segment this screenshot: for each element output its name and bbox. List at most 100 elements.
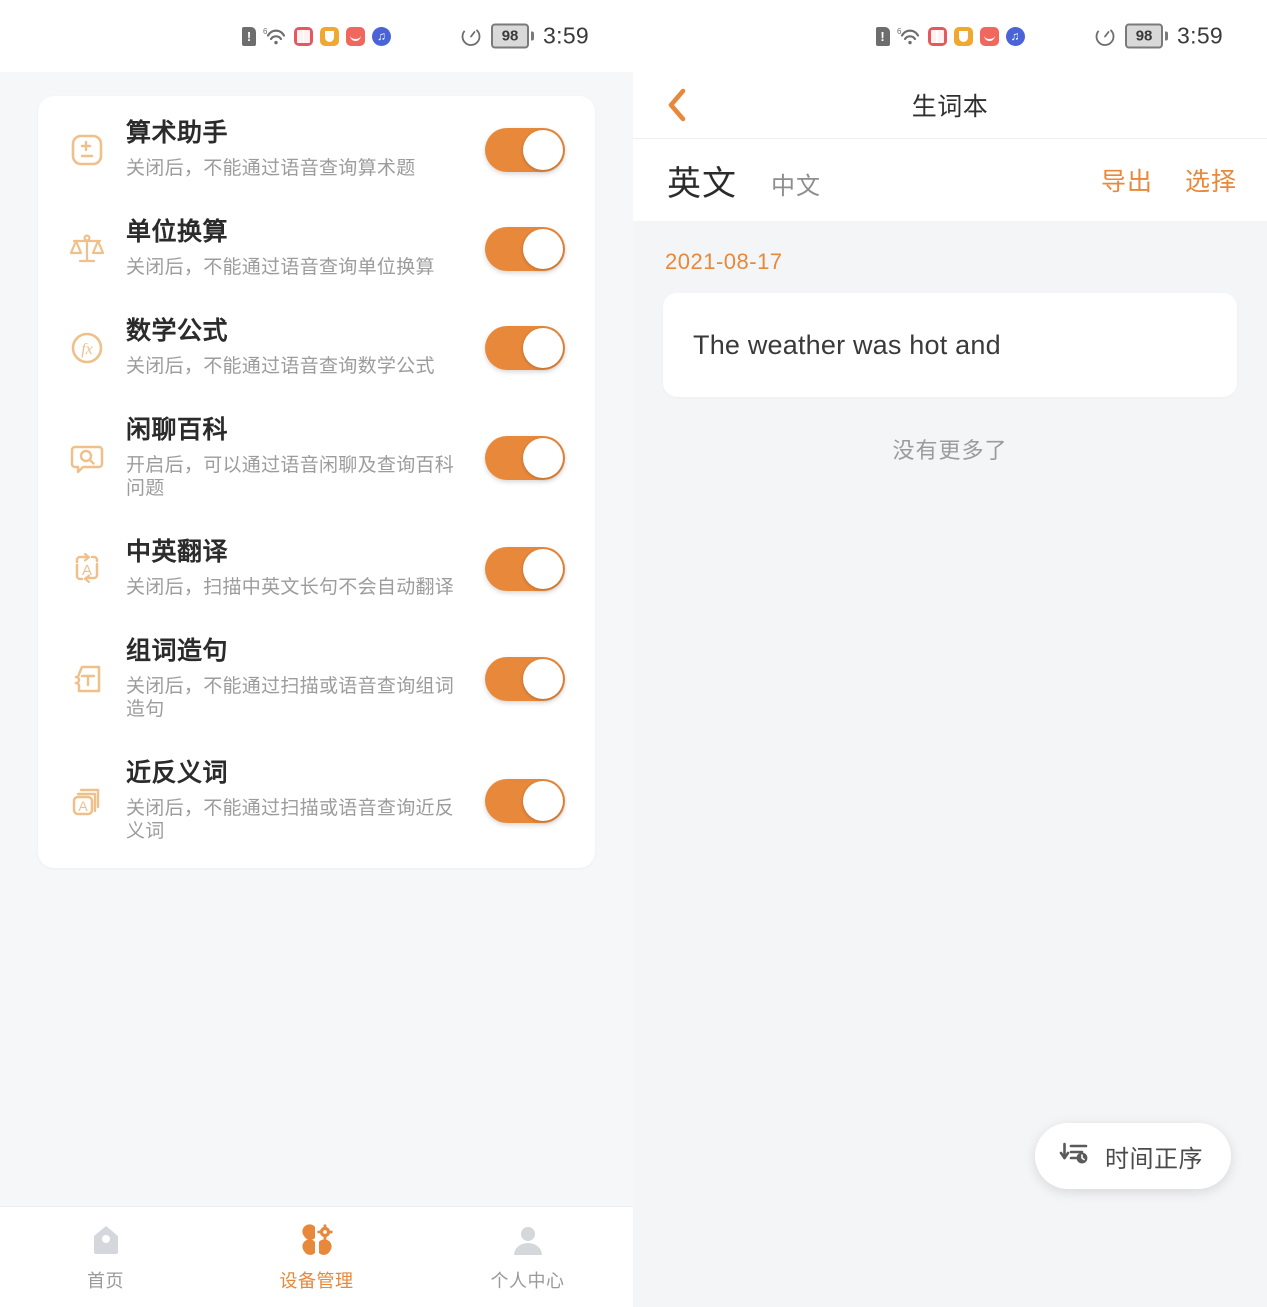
setting-toggle-arithmetic[interactable] [485,127,565,172]
setting-toggle-chat-encyclopedia[interactable] [485,436,565,481]
no-more-label: 没有更多了 [892,438,1008,463]
compose-sentence-icon [64,656,110,702]
setting-subtitle: 关闭后，不能通过扫描或语音查询近反义词 [126,798,455,842]
sim-alert-icon [875,26,890,46]
tab-home-label: 首页 [87,1271,124,1291]
svg-text:fx: fx [81,341,93,358]
setting-text-block: 数学公式 关闭后，不能通过语音查询数学公式 [126,316,473,379]
fx-formula-icon: fx [64,325,110,371]
setting-title: 近反义词 [126,758,229,787]
status-bar-right-screen: 6 98 3:59 [633,0,1267,72]
tab-home[interactable]: 首页 [0,1221,211,1293]
setting-text-block: 组词造句 关闭后，不能通过扫描或语音查询组词造句 [126,636,473,722]
battery-icon: 98 [491,23,535,49]
home-icon [87,1221,125,1259]
tab-profile[interactable]: 个人中心 [422,1221,633,1293]
chat-search-icon [64,435,110,481]
setting-subtitle: 关闭后，不能通过语音查询算术题 [126,158,416,180]
setting-toggle-translate[interactable] [485,546,565,591]
language-subnav: 英文 中文 导出 选择 [633,138,1267,221]
right-phone-screen: 6 98 3:59 [633,0,1267,1307]
speed-meter-icon [1095,26,1115,46]
setting-text-block: 中英翻译 关闭后，扫描中英文长句不会自动翻译 [126,537,473,600]
cup-app-icon [953,26,973,46]
status-bar-clock: 3:59 [543,22,589,49]
setting-text-block: 算术助手 关闭后，不能通过语音查询算术题 [126,118,473,181]
setting-subtitle: 开启后，可以通过语音闲聊及查询百科问题 [126,455,455,500]
page-title: 生词本 [911,93,989,121]
status-bar-clock: 3:59 [1177,22,1223,49]
vocabulary-list[interactable]: 2021-08-17 The weather was hot and 没有更多了 [633,221,1267,1307]
battery-level: 98 [501,27,519,45]
setting-subtitle: 关闭后，不能通过语音查询数学公式 [126,356,435,378]
setting-toggle-compose-sentence[interactable] [485,656,565,701]
tab-device-management-label: 设备管理 [279,1271,354,1291]
setting-row-synonyms[interactable]: A 近反义词 关闭后，不能通过扫描或语音查询近反义词 [38,740,595,862]
setting-row-unit-conversion[interactable]: 单位换算 关闭后，不能通过语音查询单位换算 [38,199,595,298]
balance-scale-icon [64,226,110,272]
tab-chinese[interactable]: 中文 [771,166,821,201]
dual-screenshot-container: 6 98 3:59 [0,0,1267,1307]
device-manage-icon [298,1221,336,1259]
setting-row-chat-encyclopedia[interactable]: 闲聊百科 开启后，可以通过语音闲聊及查询百科问题 [38,397,595,519]
wifi-6-icon: 6 [263,27,286,45]
setting-row-compose-sentence[interactable]: 组词造句 关闭后，不能通过扫描或语音查询组词造句 [38,618,595,740]
vocab-entry-text: The weather was hot and [693,329,1001,360]
svg-text:A: A [82,562,92,579]
tab-profile-label: 个人中心 [490,1271,565,1291]
translate-icon: A [64,546,110,592]
setting-row-math-formula[interactable]: fx 数学公式 关闭后，不能通过语音查询数学公式 [38,298,595,397]
sort-time-icon [1057,1139,1091,1174]
music-app-icon [372,26,391,46]
wifi-6-icon: 6 [897,27,919,45]
setting-title: 数学公式 [126,317,229,346]
bottom-tab-bar: 首页 设备管理 个人中心 [0,1206,633,1307]
synonym-cards-icon: A [64,778,110,824]
status-bar-right-group: 98 3:59 [1094,23,1223,50]
settings-card: 算术助手 关闭后，不能通过语音查询算术题 单位换算 关闭后，不能通过语音查询单位… [38,96,595,868]
settings-scroll-area[interactable]: 算术助手 关闭后，不能通过语音查询算术题 单位换算 关闭后，不能通过语音查询单位… [0,72,633,1206]
speed-meter-icon [461,26,481,46]
svg-text:A: A [78,798,88,814]
vocab-date-label: 2021-08-17 [665,249,783,274]
setting-subtitle: 关闭后，不能通过扫描或语音查询组词造句 [126,676,455,721]
vocabulary-nav-header: 生词本 [633,72,1267,138]
setting-title: 闲聊百科 [126,416,229,445]
setting-toggle-synonyms[interactable] [485,778,565,823]
mail-app-icon [979,26,999,46]
setting-title: 中英翻译 [126,537,229,566]
setting-title: 算术助手 [126,119,229,147]
sort-order-button[interactable]: 时间正序 [1035,1123,1231,1189]
cup-app-icon [320,26,339,46]
mail-app-icon [346,26,365,46]
chevron-left-icon[interactable] [655,83,699,127]
status-bar-right-left-screen: 98 3:59 [460,23,589,50]
setting-subtitle: 关闭后，扫描中英文长句不会自动翻译 [126,577,455,599]
tab-device-management[interactable]: 设备管理 [211,1221,422,1293]
export-button[interactable]: 导出 [1101,162,1153,198]
select-button[interactable]: 选择 [1185,162,1237,198]
setting-title: 单位换算 [126,218,229,247]
vocab-entry-card[interactable]: The weather was hot and [663,293,1237,397]
setting-text-block: 单位换算 关闭后，不能通过语音查询单位换算 [126,217,473,280]
tab-english[interactable]: 英文 [667,156,737,205]
battery-icon: 98 [1125,23,1169,49]
sort-order-label: 时间正序 [1105,1145,1203,1173]
book-app-icon [927,26,947,46]
setting-text-block: 近反义词 关闭后，不能通过扫描或语音查询近反义词 [126,758,473,844]
left-phone-screen: 6 98 3:59 [0,0,633,1307]
status-bar-left: 6 98 3:59 [0,0,633,72]
setting-row-translate[interactable]: A 中英翻译 关闭后，扫描中英文长句不会自动翻译 [38,519,595,618]
book-app-icon [294,26,313,46]
setting-toggle-unit-conversion[interactable] [485,226,565,271]
setting-row-arithmetic[interactable]: 算术助手 关闭后，不能通过语音查询算术题 [38,100,595,199]
battery-level: 98 [1135,27,1153,45]
music-app-icon [1005,26,1025,46]
setting-subtitle: 关闭后，不能通过语音查询单位换算 [126,257,435,279]
setting-text-block: 闲聊百科 开启后，可以通过语音闲聊及查询百科问题 [126,415,473,501]
sim-alert-icon [242,26,256,46]
setting-toggle-math-formula[interactable] [485,325,565,370]
person-icon [509,1221,547,1259]
setting-title: 组词造句 [126,637,229,666]
calculator-icon [64,127,110,173]
